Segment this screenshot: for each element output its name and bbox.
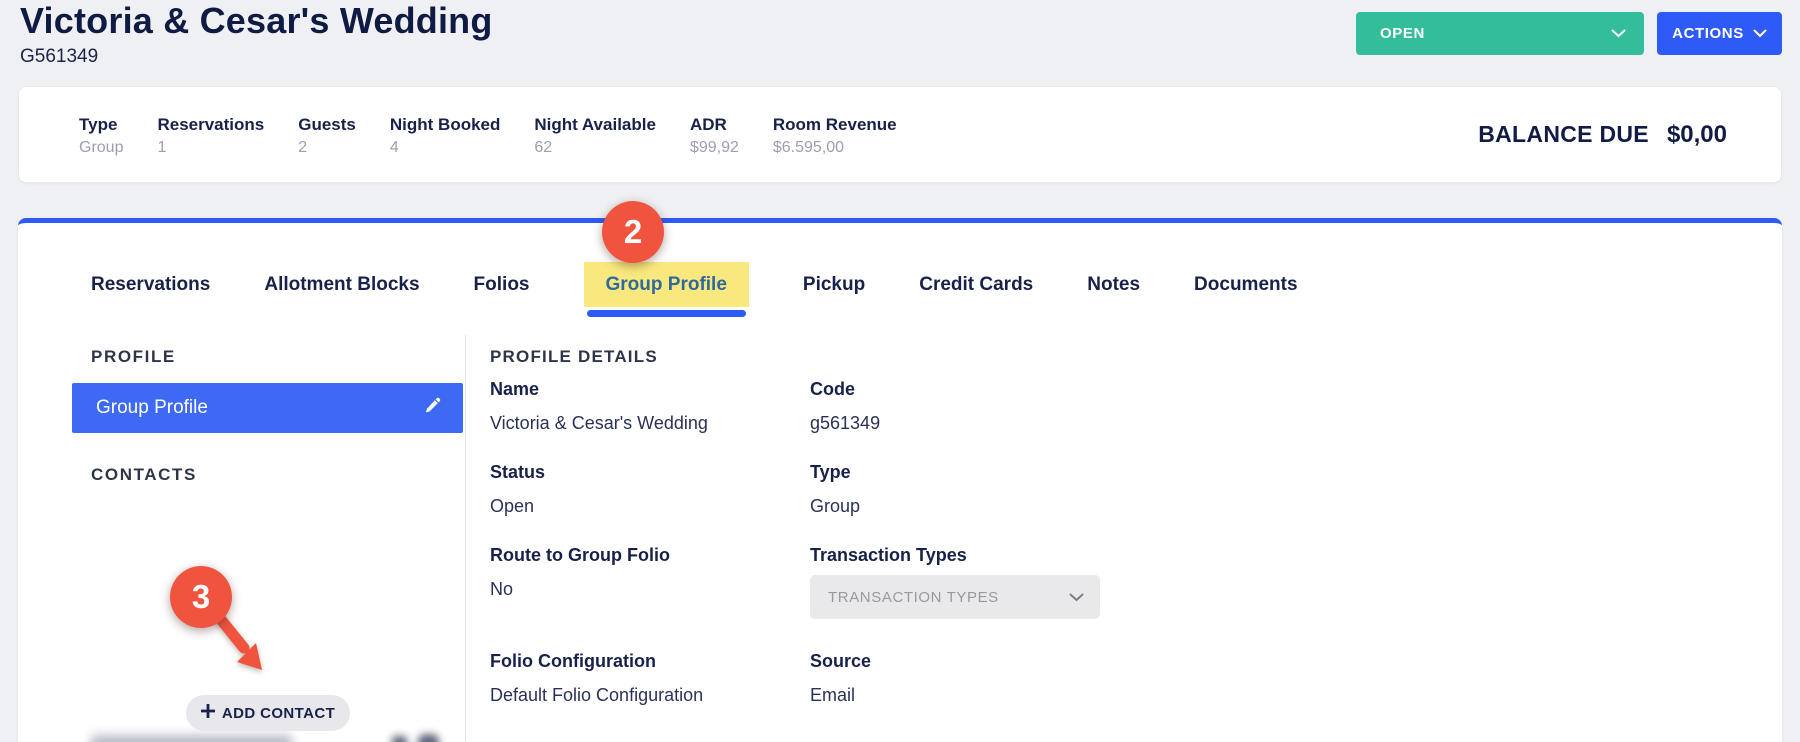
stat-value: 2 [298,139,356,157]
group-detail-card: Reservations Allotment Blocks Folios Gro… [18,218,1782,742]
field-label: Route to Group Folio [490,544,810,566]
chevron-down-icon [1753,29,1767,38]
tab-reservations[interactable]: Reservations [91,262,210,307]
field-value: Group [810,495,860,517]
profile-section-heading: PROFILE [91,347,176,367]
stat-label: Night Booked [390,114,501,136]
chevron-down-icon [1069,589,1084,606]
balance-due-label: BALANCE DUE [1478,121,1649,148]
tab-notes[interactable]: Notes [1087,262,1140,307]
stat-label: ADR [690,114,739,136]
stat-night-booked: Night Booked 4 [390,114,501,157]
stat-type: Type Group [79,114,123,157]
annotation-step-2-badge: 2 [602,201,664,263]
field-value: Default Folio Configuration [490,684,810,706]
stat-label: Room Revenue [773,114,897,136]
field-value: Victoria & Cesar's Wedding [490,412,810,434]
field-label: Folio Configuration [490,650,810,672]
stat-night-available: Night Available 62 [534,114,656,157]
detail-row: Name Victoria & Cesar's Wedding Code g56… [490,378,880,434]
field-source: Source Email [810,650,871,706]
add-contact-button[interactable]: ADD CONTACT [186,695,350,731]
transaction-types-select[interactable]: TRANSACTION TYPES [810,575,1100,619]
edit-contact-icon[interactable] [392,736,407,742]
balance-due: BALANCE DUE $0,00 [1478,121,1727,149]
stat-value: Group [79,139,123,157]
stats-row: Type Group Reservations 1 Guests 2 Night… [19,87,897,157]
field-label: Type [810,461,860,483]
field-status: Status Open [490,461,810,517]
field-label: Code [810,378,880,400]
field-label: Name [490,378,810,400]
field-folio-configuration: Folio Configuration Default Folio Config… [490,650,810,706]
tab-bar: Reservations Allotment Blocks Folios Gro… [91,262,1298,307]
field-route-to-group-folio: Route to Group Folio No [490,544,810,619]
annotation-step-3-badge: 3 [170,566,232,628]
profile-details-heading: PROFILE DETAILS [490,347,658,367]
tab-allotment-blocks[interactable]: Allotment Blocks [264,262,419,307]
field-value: g561349 [810,412,880,434]
field-value: Open [490,495,810,517]
field-code: Code g561349 [810,378,880,434]
field-label: Source [810,650,871,672]
stat-label: Type [79,114,123,136]
detail-row: Status Open Type Group [490,461,860,517]
status-dropdown-button[interactable]: OPEN [1356,12,1644,55]
plus-icon [201,704,215,722]
sidebar-divider [465,335,466,742]
sidebar-item-label: Group Profile [96,397,208,419]
sidebar-item-group-profile[interactable]: Group Profile [72,383,463,433]
detail-row: Folio Configuration Default Folio Config… [490,650,871,706]
stat-value: 1 [157,139,264,157]
stat-adr: ADR $99,92 [690,114,739,157]
tab-group-profile[interactable]: Group Profile [584,262,749,307]
tab-pickup[interactable]: Pickup [803,262,865,307]
group-detail-page: Victoria & Cesar's Wedding G561349 OPEN … [0,0,1800,742]
transaction-types-select-value: TRANSACTION TYPES [828,589,999,606]
field-label: Transaction Types [810,544,1100,566]
stat-value: $6.595,00 [773,139,897,157]
field-name: Name Victoria & Cesar's Wedding [490,378,810,434]
contact-action-icon[interactable] [418,734,439,742]
stat-guests: Guests 2 [298,114,356,157]
stat-value: $99,92 [690,139,739,157]
stat-reservations: Reservations 1 [157,114,264,157]
status-dropdown-label: OPEN [1380,25,1425,42]
pencil-icon[interactable] [424,397,441,419]
tab-folios[interactable]: Folios [474,262,530,307]
balance-due-value: $0,00 [1667,121,1727,149]
contacts-section-heading: CONTACTS [91,465,197,485]
stat-value: 62 [534,139,656,157]
stat-value: 4 [390,139,501,157]
field-value: Email [810,684,871,706]
detail-row: Route to Group Folio No Transaction Type… [490,544,1100,619]
stat-label: Reservations [157,114,264,136]
field-transaction-types: Transaction Types TRANSACTION TYPES [810,544,1100,619]
stat-label: Night Available [534,114,656,136]
group-code: G561349 [20,46,98,68]
field-type: Type Group [810,461,860,517]
actions-button-label: ACTIONS [1672,25,1744,42]
stat-label: Guests [298,114,356,136]
redacted-contact-name [91,735,292,742]
tab-documents[interactable]: Documents [1194,262,1297,307]
field-label: Status [490,461,810,483]
field-value: No [490,578,810,600]
actions-button[interactable]: ACTIONS [1657,12,1782,55]
page-title: Victoria & Cesar's Wedding [20,0,493,42]
stat-room-revenue: Room Revenue $6.595,00 [773,114,897,157]
contact-row-actions [392,734,439,742]
chevron-down-icon [1611,29,1626,38]
summary-stats-card: Type Group Reservations 1 Guests 2 Night… [18,86,1782,183]
tab-credit-cards[interactable]: Credit Cards [919,262,1033,307]
add-contact-label: ADD CONTACT [222,705,335,722]
